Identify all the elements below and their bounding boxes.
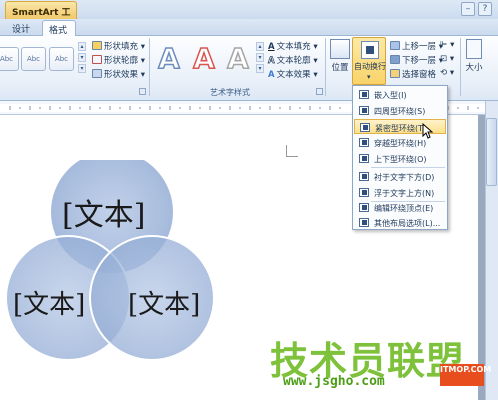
wordart-gallery-down[interactable]: ▾ — [256, 53, 264, 62]
shape-outline-icon — [92, 55, 102, 64]
vertical-scrollbar-thumb[interactable] — [486, 118, 497, 186]
bring-forward-icon — [390, 41, 400, 50]
help-icon[interactable]: ? — [478, 2, 492, 16]
wrap-behind-icon — [359, 172, 369, 181]
rotate-button[interactable]: ⟲ ▾ — [440, 68, 454, 78]
wordart-style-2[interactable]: A — [188, 41, 220, 76]
wrap-tight-icon — [360, 123, 370, 132]
text-effect-icon: A — [268, 70, 275, 80]
group-separator — [325, 38, 326, 96]
send-backward-icon — [390, 55, 400, 64]
menu-separator — [371, 167, 445, 168]
shape-fill-icon — [92, 41, 102, 50]
menu-item-more-layout-options[interactable]: 其他布局选项(L)... — [354, 215, 446, 230]
wrap-front-icon — [359, 188, 369, 197]
ribbon-tab-row: 设计 格式 — [0, 19, 498, 36]
wordart-style-1[interactable]: A — [153, 41, 185, 76]
group-label-wordart-styles: 艺术字样式 — [210, 88, 250, 97]
wrap-top-bottom-icon — [359, 154, 369, 163]
size-icon — [466, 39, 482, 59]
send-backward-button[interactable]: 下移一层 ▾ — [390, 54, 443, 66]
wrap-text-icon — [361, 41, 379, 59]
wordart-style-3[interactable]: A — [222, 41, 254, 76]
tab-design[interactable]: 设计 — [6, 20, 36, 36]
page-corner-mark — [286, 145, 298, 157]
menu-item-square[interactable]: 四周型环绕(S) — [354, 103, 446, 118]
selection-pane-button[interactable]: 选择窗格 — [390, 68, 436, 80]
menu-item-top-bottom[interactable]: 上下型环绕(O) — [354, 151, 446, 166]
wrap-square-icon — [359, 106, 369, 115]
shape-style-thumb-2[interactable]: Abc — [21, 47, 46, 71]
shape-style-thumb-1[interactable]: Abc — [0, 47, 19, 71]
wordart-gallery-up[interactable]: ▴ — [256, 42, 264, 51]
shape-styles-launcher[interactable] — [139, 88, 146, 95]
shape-effect-button[interactable]: 形状效果 ▾ — [92, 68, 145, 80]
watermark-badge: ITMOP.COM — [440, 364, 491, 386]
group-separator — [460, 38, 461, 96]
text-outline-button[interactable]: A 文本轮廓 ▾ — [268, 54, 318, 67]
wrap-text-menu: 嵌入型(I) 四周型环绕(S) 紧密型环绕(T) 穿越型环绕(H) 上下型环绕(… — [352, 85, 448, 230]
contextual-tab-smartart-tools[interactable]: SmartArt 工具 — [5, 1, 77, 31]
venn-label-right[interactable]: [文本] — [128, 284, 200, 321]
edit-wrap-points-icon — [359, 203, 369, 212]
menu-item-behind-text[interactable]: 衬于文字下方(D) — [354, 169, 446, 184]
group-separator — [149, 38, 150, 96]
gallery-scroll-up[interactable]: ▴ — [78, 42, 86, 51]
menu-item-in-front-of-text[interactable]: 浮于文字上方(N) — [354, 185, 446, 200]
selection-pane-icon — [390, 69, 400, 78]
minimize-icon[interactable]: – — [461, 2, 475, 16]
gallery-more[interactable]: ▾ — [78, 64, 86, 73]
wrap-inline-icon — [359, 90, 369, 99]
shape-outline-button[interactable]: 形状轮廓 ▾ — [92, 54, 145, 66]
shape-effect-icon — [92, 69, 102, 78]
align-button[interactable]: ⊫ ▾ — [440, 40, 454, 50]
venn-label-top[interactable]: [文本] — [62, 190, 145, 234]
menu-item-edit-wrap-points[interactable]: 编辑环绕顶点(E) — [354, 200, 446, 215]
text-effect-button[interactable]: A 文本效果 ▾ — [268, 68, 318, 80]
text-fill-button[interactable]: A 文本填充 ▾ — [268, 40, 318, 52]
wordart-gallery-more[interactable]: ▾ — [256, 64, 264, 73]
position-icon — [330, 39, 350, 59]
wrap-through-icon — [359, 138, 369, 147]
mouse-cursor-icon — [422, 123, 434, 139]
venn-label-left[interactable]: [文本] — [13, 284, 85, 321]
text-fill-icon: A — [268, 42, 275, 52]
group-button[interactable]: ⊡ ▾ — [440, 54, 454, 64]
wrap-text-button[interactable]: 自动换行 ▾ — [352, 37, 386, 85]
window-controls: –? — [458, 2, 492, 16]
wordart-styles-launcher[interactable] — [316, 88, 323, 95]
shape-fill-button[interactable]: 形状填充 ▾ — [92, 40, 145, 52]
watermark-url: www.jsgho.com — [283, 374, 385, 389]
layout-options-icon — [359, 218, 369, 227]
menu-item-inline[interactable]: 嵌入型(I) — [354, 87, 446, 102]
text-outline-icon: A — [268, 56, 275, 67]
position-button[interactable]: 位置 — [327, 39, 353, 84]
size-button[interactable]: 大小 — [462, 39, 486, 84]
tab-format[interactable]: 格式 — [42, 20, 76, 36]
shape-style-thumb-3[interactable]: Abc — [49, 47, 74, 71]
bring-forward-button[interactable]: 上移一层 ▾ — [390, 40, 443, 52]
gallery-scroll-down[interactable]: ▾ — [78, 53, 86, 62]
